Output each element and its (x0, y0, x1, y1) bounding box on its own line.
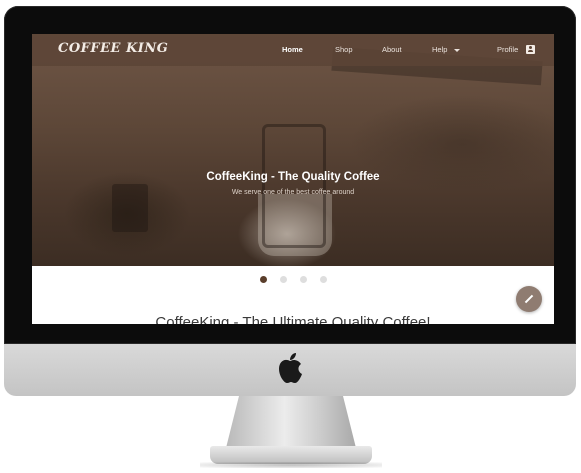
monitor-stand (226, 396, 356, 448)
nav-profile[interactable]: Profile (497, 45, 518, 54)
nav-help-label: Help (432, 45, 448, 54)
nav-about[interactable]: About (382, 45, 402, 54)
nav-home[interactable]: Home (282, 45, 303, 54)
nav-help[interactable]: Help (432, 45, 461, 54)
carousel-dot-2[interactable] (280, 276, 287, 283)
edit-pencil-icon (524, 294, 534, 304)
carousel-dot-3[interactable] (300, 276, 307, 283)
brand-logo[interactable]: COFFEE KING (58, 41, 168, 56)
section-heading: CoffeeKing - The Ultimate Quality Coffee… (155, 314, 431, 324)
hero-subtitle: We serve one of the best coffee around (231, 189, 355, 196)
monitor-bezel: CoffeeKing - The Quality Coffee We serve… (4, 6, 576, 344)
nav-shop[interactable]: Shop (335, 45, 353, 54)
account-box-icon[interactable] (526, 45, 535, 54)
hero-banner: CoffeeKing - The Quality Coffee We serve… (32, 34, 554, 266)
edit-fab-button[interactable] (516, 286, 542, 312)
stand-shadow (200, 462, 382, 468)
espresso-machine-image (262, 124, 326, 248)
apple-logo-icon (279, 353, 302, 383)
carousel-dot-4[interactable] (320, 276, 327, 283)
carousel-indicators (32, 276, 554, 284)
carousel-dot-1[interactable] (260, 276, 267, 283)
hero-title: CoffeeKing - The Quality Coffee (206, 171, 380, 183)
caret-down-icon (454, 48, 461, 52)
browser-viewport: CoffeeKing - The Quality Coffee We serve… (32, 34, 554, 324)
top-navbar: COFFEE KING Home Shop About Help Profile (32, 34, 554, 66)
